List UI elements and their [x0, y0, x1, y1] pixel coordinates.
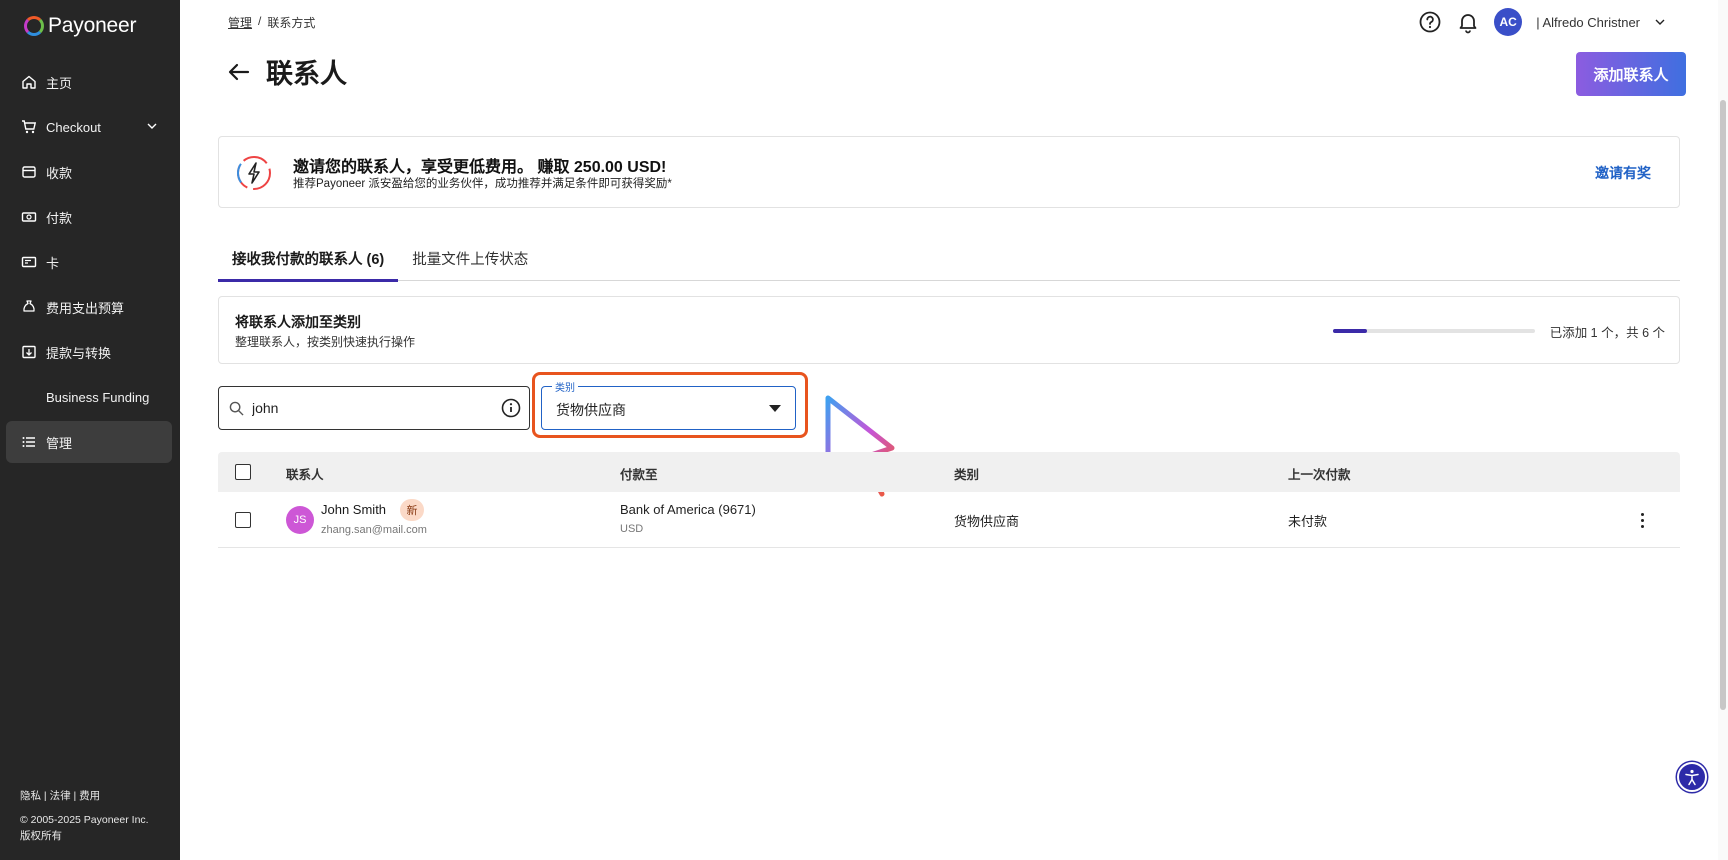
- footer-links: 隐私 | 法律 | 费用: [20, 788, 149, 804]
- info-icon[interactable]: [501, 398, 521, 418]
- home-icon: [20, 73, 38, 91]
- column-header-pay-to[interactable]: 付款至: [620, 464, 658, 483]
- tab-bulk-upload-status[interactable]: 批量文件上传状态: [398, 240, 542, 281]
- sidebar-item-label: 主页: [46, 75, 73, 91]
- sidebar-item-label: 卡: [46, 255, 60, 271]
- search-input[interactable]: [252, 400, 492, 416]
- user-avatar[interactable]: AC: [1494, 8, 1523, 36]
- contact-name[interactable]: John Smith: [321, 502, 386, 517]
- search-icon: [229, 401, 244, 416]
- sidebar-item-label: 收款: [46, 165, 73, 181]
- category-select-label: 类别: [552, 379, 578, 394]
- promo-subtitle: 推荐Payoneer 派安盈给您的业务伙伴，成功推荐并满足条件即可获得奖励*: [293, 178, 672, 190]
- scrollbar-thumb[interactable]: [1720, 100, 1726, 710]
- category-select-value: 货物供应商: [556, 402, 626, 418]
- invite-reward-link[interactable]: 邀请有奖: [1595, 163, 1651, 183]
- sidebar-item-withdraw[interactable]: 提款与转换: [6, 331, 172, 373]
- category-card-subtitle: 整理联系人，按类别快速执行操作: [235, 335, 416, 349]
- copyright: © 2005-2025 Payoneer Inc.: [20, 814, 149, 826]
- payment-icon: [20, 208, 38, 226]
- sidebar-item-label: 管理: [46, 435, 73, 451]
- header-actions: AC | Alfredo Christner: [1418, 8, 1666, 36]
- pay-to-currency: USD: [620, 523, 644, 535]
- footer-separator: |: [73, 790, 77, 802]
- caret-down-icon: [769, 405, 781, 412]
- promo-title: 邀请您的联系人，享受更低费用。 赚取 250.00 USD!: [293, 159, 667, 176]
- progress-text: 已添加 1 个，共 6 个: [1549, 326, 1665, 340]
- back-arrow-icon[interactable]: [226, 59, 252, 85]
- column-header-contact[interactable]: 联系人: [286, 464, 324, 483]
- privacy-link[interactable]: 隐私: [20, 790, 41, 802]
- breadcrumb-separator: /: [258, 14, 262, 28]
- bell-icon[interactable]: [1456, 10, 1480, 34]
- progress-fill: [1333, 329, 1367, 333]
- chevron-down-icon[interactable]: [146, 120, 158, 135]
- rights-reserved: 版权所有: [20, 830, 62, 842]
- more-options-icon[interactable]: [1632, 508, 1652, 532]
- column-header-last-payment[interactable]: 上一次付款: [1288, 464, 1351, 483]
- sidebar-item-label: 付款: [46, 210, 73, 226]
- cart-icon: [20, 118, 38, 136]
- contact-tabs: 接收我付款的联系人 (6) 批量文件上传状态: [218, 240, 1680, 282]
- sidebar-footer: 隐私 | 法律 | 费用 © 2005-2025 Payoneer Inc. 版…: [20, 788, 149, 844]
- tab-payees[interactable]: 接收我付款的联系人 (6): [218, 240, 399, 282]
- search-field[interactable]: [218, 386, 530, 430]
- sidebar-item-label: Business Funding: [46, 389, 150, 405]
- withdraw-icon: [20, 343, 38, 361]
- row-checkbox[interactable]: [235, 512, 251, 528]
- legal-link[interactable]: 法律: [50, 790, 71, 802]
- card-icon: [20, 253, 38, 271]
- add-contact-button[interactable]: 添加联系人: [1576, 52, 1686, 96]
- sidebar-item-pay[interactable]: 付款: [6, 196, 172, 238]
- new-badge: 新: [400, 499, 424, 521]
- budget-icon: [20, 298, 38, 316]
- contacts-table-header: 联系人 付款至 类别 上一次付款: [218, 452, 1680, 492]
- table-row[interactable]: JS John Smith 新 zhang.san@mail.com Bank …: [218, 492, 1680, 548]
- sidebar-item-manage[interactable]: 管理: [6, 421, 172, 463]
- category-progress-card: 将联系人添加至类别 整理联系人，按类别快速执行操作 已添加 1 个，共 6 个: [218, 296, 1680, 364]
- column-header-category[interactable]: 类别: [954, 464, 979, 483]
- breadcrumb: 管理 / 联系方式: [228, 14, 315, 31]
- pay-to-bank: Bank of America (9671): [620, 502, 756, 517]
- breadcrumb-current: 联系方式: [267, 16, 316, 30]
- sidebar-item-home[interactable]: 主页: [6, 61, 172, 103]
- funding-icon: [20, 388, 38, 406]
- page-header: 联系人: [226, 52, 347, 91]
- list-icon: [20, 433, 38, 451]
- sidebar-item-business-funding[interactable]: Business Funding: [6, 376, 172, 418]
- category-select[interactable]: 类别 货物供应商: [541, 379, 796, 430]
- footer-separator: |: [43, 790, 47, 802]
- breadcrumb-manage-link[interactable]: 管理: [228, 14, 252, 31]
- sidebar-item-label: 提款与转换: [46, 345, 112, 361]
- row-category: 货物供应商: [954, 514, 1020, 529]
- logo-text: Payoneer: [48, 14, 137, 37]
- sidebar-item-budget[interactable]: 费用支出预算: [6, 286, 172, 328]
- contact-avatar: JS: [286, 506, 314, 534]
- category-card-title: 将联系人添加至类别: [235, 314, 361, 330]
- sidebar-item-label: 费用支出预算: [46, 300, 125, 316]
- accessibility-icon[interactable]: [1677, 762, 1707, 792]
- inbox-icon: [20, 163, 38, 181]
- chevron-down-icon[interactable]: [1654, 16, 1666, 28]
- payoneer-logo[interactable]: Payoneer: [24, 14, 136, 38]
- sidebar-item-card[interactable]: 卡: [6, 241, 172, 283]
- row-last-payment: 未付款: [1288, 514, 1328, 529]
- user-name[interactable]: | Alfredo Christner: [1536, 15, 1640, 30]
- referral-banner: 邀请您的联系人，享受更低费用。 赚取 250.00 USD! 推荐Payonee…: [218, 136, 1680, 208]
- logo-ring-icon: [24, 16, 44, 36]
- fees-link[interactable]: 费用: [79, 790, 100, 802]
- sidebar: Payoneer 主页 Checkout 收款 付款 卡 费用支出预算 提款与转…: [0, 0, 180, 860]
- sidebar-item-receive[interactable]: 收款: [6, 151, 172, 193]
- sidebar-nav: 主页 Checkout 收款 付款 卡 费用支出预算 提款与转换 Busines…: [6, 61, 172, 466]
- select-all-checkbox[interactable]: [235, 464, 251, 480]
- page-title: 联系人: [266, 59, 347, 89]
- help-icon[interactable]: [1418, 10, 1442, 34]
- sidebar-item-label: Checkout: [46, 119, 101, 135]
- sidebar-item-checkout[interactable]: Checkout: [6, 106, 172, 148]
- referral-lightning-icon: [237, 156, 271, 190]
- contact-email: zhang.san@mail.com: [321, 524, 427, 536]
- category-progress-bar: [1333, 329, 1535, 333]
